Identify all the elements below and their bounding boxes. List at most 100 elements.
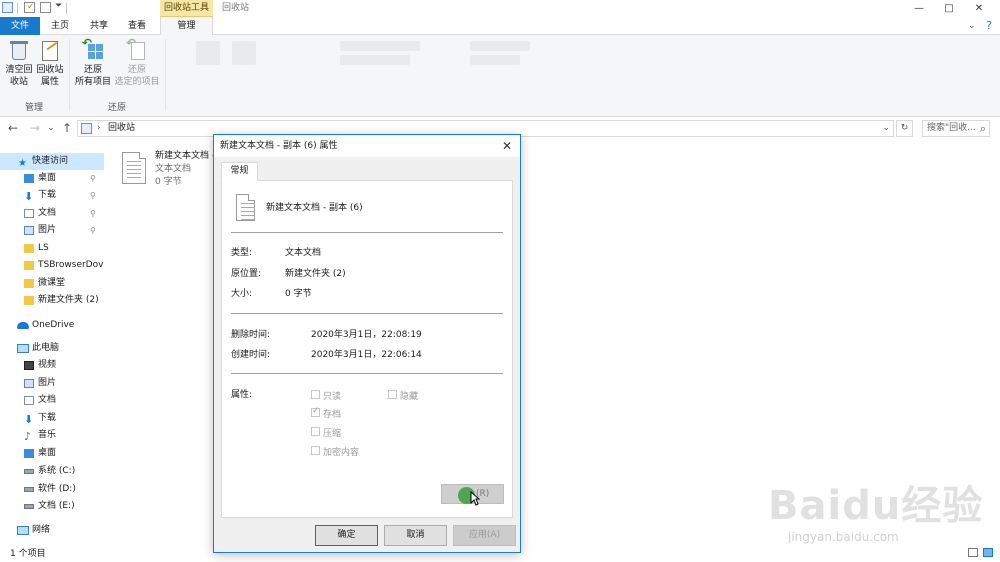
apply-button[interactable]: 应用(A) [453, 525, 516, 546]
back-button[interactable]: ← [6, 120, 20, 136]
documents-icon [24, 396, 34, 405]
nav-item-tsbrowser[interactable]: TSBrowserDov [0, 257, 104, 274]
forward-button[interactable]: → [28, 120, 42, 136]
nav-item-new-folder[interactable]: 新建文件夹 (2) [0, 292, 104, 309]
location-label: 原位置: [231, 269, 262, 279]
restore-all-icon: ↶ [82, 37, 104, 62]
ok-button[interactable]: 确定 [315, 525, 378, 546]
nav-item-videos[interactable]: 视频 [0, 357, 104, 374]
address-dropdown-icon[interactable]: ⌄ [882, 121, 890, 136]
encrypt-checkbox[interactable] [311, 446, 320, 455]
file-item[interactable]: 新建文本文档 - 文本文档 0 字节 [120, 148, 215, 190]
check-mark-icon: ✓ [27, 2, 35, 12]
watermark-url: jingyan.baidu.com [788, 530, 899, 544]
nav-item-drive-e[interactable]: 文档 (E:) [0, 498, 104, 515]
restore-all-label-1: 还原 [83, 65, 102, 75]
restore-selected-icon: ↶ [126, 37, 148, 62]
nav-label: 软件 (D:) [38, 484, 76, 494]
nav-item-ls[interactable]: LS [0, 240, 104, 257]
refresh-button[interactable]: ↻ [896, 120, 913, 137]
pin-icon: ⚲ [90, 226, 96, 235]
readonly-checkbox[interactable] [311, 390, 320, 399]
nav-item-this-pc[interactable]: 此电脑 [0, 340, 104, 357]
nav-label: 文档 [38, 208, 57, 218]
recycle-bin-location-icon [81, 123, 92, 134]
nav-item-desktop[interactable]: 桌面 ⚲ [0, 170, 104, 187]
restore-selected-button[interactable]: ↶ 还原 选定的项目 [113, 37, 161, 88]
maximize-button[interactable]: □ [934, 0, 964, 17]
nav-item-pc-desktop[interactable]: 桌面 [0, 445, 104, 462]
download-arrow-icon: ⬇ [24, 190, 34, 203]
nav-label: 快速访问 [32, 156, 69, 166]
expand-ribbon-icon[interactable]: ⌄ [968, 21, 976, 31]
ribbon-group-divider-2 [165, 39, 166, 111]
nav-item-drive-c[interactable]: 系统 (C:) [0, 463, 104, 480]
ghost-ribbon-icon [232, 41, 256, 65]
divider [231, 313, 503, 314]
dialog-close-button[interactable]: ✕ [498, 137, 516, 155]
tab-file[interactable]: 文件 [0, 17, 40, 35]
restore-selected-label-2: 选定的项目 [114, 77, 160, 87]
qa-divider-2 [66, 3, 67, 14]
nav-item-weiketang[interactable]: 微课堂 [0, 275, 104, 292]
documents-icon [24, 209, 34, 218]
file-size: 0 字节 [155, 177, 182, 187]
divider [231, 232, 503, 233]
ghost-ribbon-icon [340, 55, 410, 65]
tab-share[interactable]: 共享 [80, 17, 118, 35]
nav-item-pc-documents[interactable]: 文档 [0, 392, 104, 409]
empty-recycle-bin-button[interactable]: 清空回 收站 [4, 40, 34, 88]
recent-locations-button[interactable]: ⌄ [44, 120, 58, 136]
desktop-icon [24, 174, 34, 183]
text-document-icon [236, 194, 255, 221]
hidden-checkbox[interactable] [388, 390, 397, 399]
file-name: 新建文本文档 - [155, 151, 216, 161]
tab-view[interactable]: 查看 [118, 17, 156, 35]
nav-item-documents[interactable]: 文档 ⚲ [0, 205, 104, 222]
type-label: 类型: [231, 248, 253, 258]
help-icon[interactable]: ? [982, 19, 996, 33]
music-note-icon: ♪ [24, 430, 32, 443]
nav-label: 桌面 [38, 448, 57, 458]
nav-item-network[interactable]: 网络 [0, 522, 104, 539]
nav-item-pictures[interactable]: 图片 ⚲ [0, 222, 104, 239]
close-window-button[interactable]: ✕ [964, 0, 994, 17]
nav-item-downloads[interactable]: ⬇ 下载 ⚲ [0, 187, 104, 204]
mouse-cursor-icon [470, 491, 480, 506]
nav-item-drive-d[interactable]: 软件 (D:) [0, 481, 104, 498]
tab-general[interactable]: 常规 [221, 162, 258, 181]
properties-quick-icon[interactable]: ✓ [24, 2, 35, 13]
nav-item-music[interactable]: ♪ 音乐 [0, 427, 104, 444]
restore-all-label-2: 所有项目 [74, 77, 111, 87]
archive-checkbox[interactable] [311, 406, 320, 417]
recycle-bin-properties-button[interactable]: 回收站 属性 [35, 40, 65, 88]
nav-item-pc-downloads[interactable]: ⬇ 下载 [0, 410, 104, 427]
restore-all-button[interactable]: ↶ 还原 所有项目 [73, 37, 113, 88]
search-box[interactable]: 搜索"回收... ⌕ [922, 120, 990, 137]
quick-access-dropdown-icon[interactable]: ⏷ [55, 1, 62, 11]
nav-label: LS [38, 243, 49, 253]
tab-manage[interactable]: 管理 [160, 17, 213, 36]
nav-item-onedrive[interactable]: OneDrive [0, 317, 104, 334]
drive-icon [24, 469, 34, 474]
nav-label: 新建文件夹 (2) [38, 295, 99, 305]
nav-item-quick-access[interactable]: ★ 快速访问 [0, 153, 104, 170]
nav-label: 视频 [38, 360, 57, 370]
nav-item-pc-pictures[interactable]: 图片 [0, 375, 104, 392]
search-input[interactable]: 搜索"回收... [927, 121, 976, 136]
search-icon[interactable]: ⌕ [980, 121, 986, 136]
readonly-label: 只读 [323, 392, 342, 402]
address-path[interactable]: 回收站 [108, 121, 135, 136]
nav-label: 文档 [38, 395, 57, 405]
compress-checkbox[interactable] [311, 427, 320, 436]
baidu-watermark: Baidu经验 jingyan.baidu.com [760, 458, 990, 558]
dialog-file-name: 新建文本文档 - 副本 (6) [266, 203, 363, 213]
new-folder-quick-icon[interactable] [40, 2, 51, 13]
empty-bin-label-1: 清空回 [5, 65, 33, 75]
ghost-ribbon-icon [470, 41, 530, 51]
minimize-button[interactable]: — [904, 0, 934, 17]
cancel-button[interactable]: 取消 [384, 525, 447, 546]
tab-home[interactable]: 主页 [40, 17, 80, 35]
empty-bin-label-2: 收站 [9, 77, 28, 87]
up-button[interactable]: ↑ [60, 120, 74, 136]
